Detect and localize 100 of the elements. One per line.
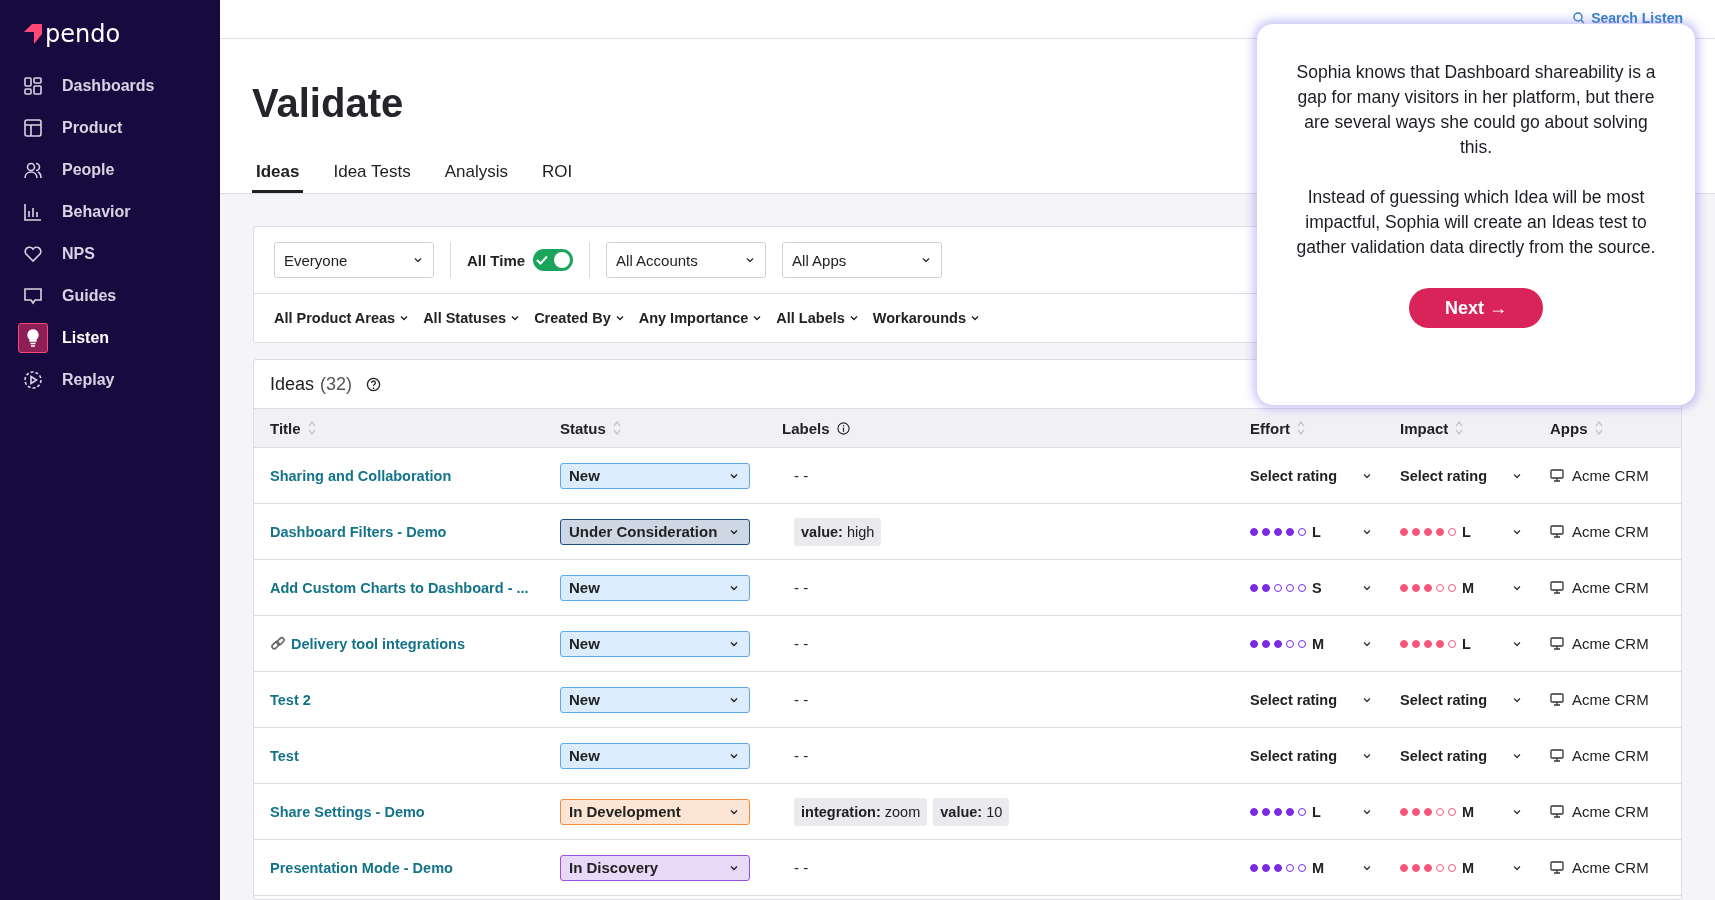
search-link[interactable]: Search Listen — [1573, 10, 1683, 26]
page-title: Validate — [252, 81, 404, 126]
rating-dropdown[interactable]: S — [1250, 579, 1372, 596]
app-name: Acme CRM — [1572, 691, 1649, 708]
nav-item[interactable]: Replay — [16, 362, 204, 398]
accounts-dropdown[interactable]: All Accounts — [606, 242, 767, 278]
chevron-icon — [921, 255, 932, 265]
time-toggle[interactable] — [533, 249, 574, 271]
chevron-icon — [848, 313, 859, 323]
rating-dropdown[interactable]: M — [1400, 579, 1522, 596]
idea-title-link[interactable]: Delivery tool integrations — [291, 635, 466, 652]
label-tag: integration: zoom — [794, 797, 928, 826]
rating-dropdown[interactable]: M — [1250, 859, 1372, 876]
idea-title-link[interactable]: Test — [270, 747, 299, 764]
tab[interactable]: Analysis — [440, 162, 512, 193]
sort-icon[interactable] — [1297, 420, 1305, 436]
filter-dropdown[interactable]: Workarounds — [872, 310, 980, 326]
apps-dropdown[interactable]: All Apps — [782, 242, 943, 278]
rating-dropdown[interactable]: M — [1250, 635, 1372, 652]
label-tag: value: high — [794, 517, 882, 546]
rating-dropdown[interactable]: Select rating — [1250, 467, 1372, 484]
help-icon[interactable] — [366, 376, 382, 392]
nav-item[interactable]: NPS — [16, 236, 204, 272]
status-dropdown[interactable]: New — [560, 686, 750, 713]
status-dropdown[interactable]: In Discovery — [560, 854, 750, 881]
layout-icon — [23, 118, 43, 138]
idea-title-link[interactable]: Add Custom Charts to Dashboard - ... — [270, 579, 529, 596]
rating-dot — [1286, 807, 1294, 816]
idea-count: (32) — [320, 373, 353, 395]
rating-dropdown[interactable]: M — [1400, 859, 1522, 876]
rating-dot — [1262, 583, 1270, 592]
rating-dropdown[interactable]: Select rating — [1400, 467, 1522, 484]
idea-title-link[interactable]: Presentation Mode - Demo — [270, 859, 453, 876]
idea-title-link[interactable]: Test 2 — [270, 691, 311, 708]
column-header[interactable]: Status — [560, 419, 606, 437]
nav-item[interactable]: Dashboards — [16, 68, 204, 104]
chevron-icon — [745, 255, 756, 265]
dashboard-icon — [23, 76, 43, 96]
sort-icon[interactable] — [1455, 420, 1464, 436]
rating-dropdown[interactable]: L — [1250, 523, 1372, 540]
status-dropdown[interactable]: New — [560, 742, 750, 769]
column-header[interactable]: Effort — [1250, 419, 1290, 437]
tab[interactable]: Idea Tests — [329, 162, 415, 193]
heart-icon — [23, 244, 43, 264]
empty-value: - - — [794, 579, 809, 596]
rating-dot — [1400, 583, 1408, 592]
segment-dropdown[interactable]: Everyone — [274, 242, 434, 278]
app-name: Acme CRM — [1572, 635, 1649, 652]
rating-dropdown[interactable]: L — [1400, 635, 1522, 652]
nav-item[interactable]: Guides — [16, 278, 204, 314]
bar-chart-icon — [23, 202, 43, 222]
sort-icon[interactable] — [612, 420, 621, 436]
rating-dropdown[interactable]: M — [1400, 803, 1522, 820]
monitor-icon — [1550, 693, 1564, 706]
status-dropdown[interactable]: New — [560, 462, 750, 489]
rating-dot — [1250, 807, 1258, 816]
idea-title-link[interactable]: Dashboard Filters - Demo — [270, 523, 447, 540]
filter-dropdown[interactable]: All Statuses — [423, 310, 521, 326]
rating-dot — [1262, 863, 1270, 872]
sort-icon[interactable] — [1594, 420, 1603, 436]
chevron-icon — [752, 313, 763, 323]
rating-dropdown[interactable]: Select rating — [1400, 691, 1522, 708]
nav-item[interactable]: People — [16, 152, 204, 188]
rating-dropdown[interactable]: Select rating — [1250, 691, 1372, 708]
rating-dropdown[interactable]: Select rating — [1400, 747, 1522, 764]
filter-dropdown[interactable]: Any Importance — [638, 310, 763, 326]
column-header[interactable]: Impact — [1400, 419, 1449, 437]
nav-item[interactable]: Product — [16, 110, 204, 146]
filter-dropdown[interactable]: Created By — [534, 310, 625, 326]
sort-icon[interactable] — [307, 420, 316, 436]
filter-dropdown[interactable]: All Product Areas — [274, 310, 410, 326]
status-dropdown[interactable]: New — [560, 630, 750, 657]
column-header[interactable]: Apps — [1550, 419, 1588, 437]
column-header[interactable]: Labels — [782, 419, 830, 437]
rating-dot — [1250, 639, 1258, 648]
rating-dropdown[interactable]: Select rating — [1250, 747, 1372, 764]
rating-dot — [1412, 583, 1420, 592]
label-tag: value: 10 — [933, 797, 1010, 826]
next-button[interactable]: Next → — [1409, 288, 1543, 328]
nav-item[interactable]: Behavior — [16, 194, 204, 230]
status-dropdown[interactable]: Under Consideration — [560, 518, 750, 545]
idea-title-link[interactable]: Share Settings - Demo — [270, 803, 425, 820]
filter-dropdown[interactable]: All Labels — [776, 310, 859, 326]
people-icon — [23, 160, 43, 180]
link-icon — [270, 635, 286, 652]
nav-item[interactable]: Listen — [16, 320, 204, 356]
idea-title-link[interactable]: Sharing and Collaboration — [270, 467, 452, 484]
column-header[interactable]: Title — [270, 419, 301, 437]
empty-value: - - — [794, 635, 809, 652]
info-icon — [836, 421, 850, 435]
status-dropdown[interactable]: New — [560, 574, 750, 601]
chat-icon — [23, 286, 43, 306]
tab[interactable]: ROI — [538, 162, 577, 193]
app-name: Acme CRM — [1572, 467, 1649, 484]
rating-dropdown[interactable]: L — [1400, 523, 1522, 540]
rating-dropdown[interactable]: L — [1250, 803, 1372, 820]
time-label: All Time — [467, 251, 526, 269]
rating-dot — [1250, 863, 1258, 872]
rating-dot — [1424, 527, 1432, 536]
status-dropdown[interactable]: In Development — [560, 798, 750, 825]
